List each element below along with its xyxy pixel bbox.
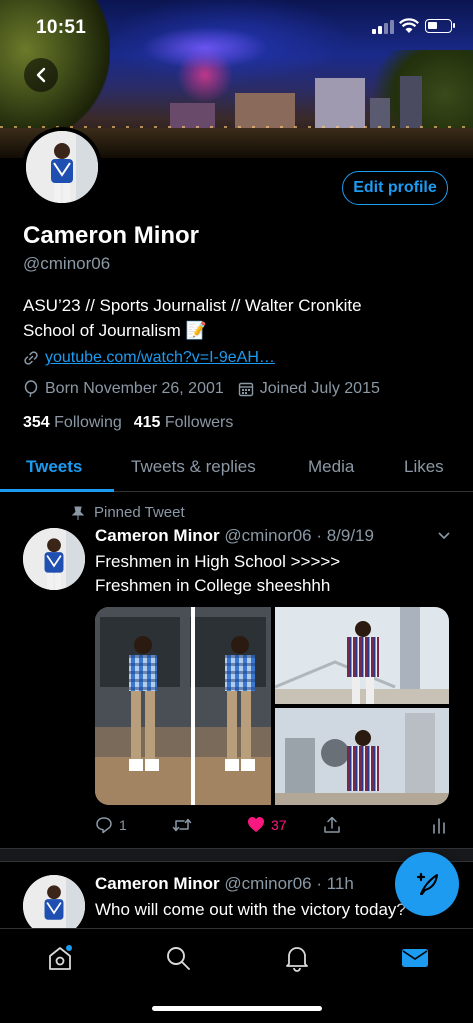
retweet-icon [172,818,192,832]
profile-link-row: youtube.com/watch?v=I-9eAH… [23,349,275,367]
analytics-button[interactable] [432,816,446,834]
nav-home[interactable] [45,943,75,973]
profile-avatar[interactable] [22,127,102,207]
pinned-tweet-label: Pinned Tweet [94,504,185,521]
calendar-icon [238,382,253,397]
photo-high-school [95,607,271,805]
cellular-signal-icon [372,20,394,34]
tweet-line: Who will come out with the victory today… [95,900,406,919]
following-count: 354 [23,414,50,431]
edit-profile-button[interactable]: Edit profile [342,171,448,205]
photo-college-1 [275,607,449,704]
share-button[interactable] [323,816,341,834]
tab-tweets-replies[interactable]: Tweets & replies [131,457,256,477]
search-icon [167,947,190,970]
pin-icon [72,506,84,520]
tweet-avatar[interactable] [23,528,85,590]
following-label: Following [54,414,122,431]
nav-notifications[interactable] [282,943,312,973]
profile-dates-row: Born November 26, 2001 Joined July 2015 [23,380,380,398]
balloon-icon [24,380,38,398]
follow-stats: 354 Following 415 Followers [23,414,233,432]
tweet-line: Freshmen in College sheeshhh [95,576,331,595]
reply-icon [96,817,112,834]
born-date: Born November 26, 2001 [45,380,224,397]
bell-icon [286,947,308,972]
tweet-meta: @cminor06 · 8/9/19 [224,526,374,545]
share-icon [324,816,340,833]
wifi-icon [399,18,419,33]
tweet-divider [0,848,473,862]
tweet-line: Freshmen in High School >>>>> [95,552,341,571]
home-icon [49,945,72,970]
reply-button[interactable]: 1 [95,816,127,834]
tweet-header: Cameron Minor @cminor06 · 11h [95,874,354,894]
bio-line: ASU’23 // Sports Journalist // Walter Cr… [23,296,362,315]
followers-link[interactable]: 415 Followers [134,414,234,432]
back-button[interactable] [24,58,58,92]
profile-bio: ASU’23 // Sports Journalist // Walter Cr… [23,293,443,343]
like-button[interactable]: 37 [247,816,287,833]
photo-college-2 [275,708,449,805]
tweet-meta: @cminor06 · 11h [224,874,354,893]
followers-count: 415 [133,414,161,431]
chevron-down-icon[interactable] [437,531,451,541]
tab-likes[interactable]: Likes [404,457,444,477]
tweet-author-name[interactable]: Cameron Minor [95,874,220,893]
avatar-photo [23,528,85,590]
avatar-photo [26,131,98,203]
pinned-tweet-label-row: Pinned Tweet [72,504,185,521]
bio-line: School of Journalism 📝 [23,321,207,340]
retweet-button[interactable] [172,816,192,834]
compose-tweet-button[interactable] [395,852,459,916]
tweet-author-name[interactable]: Cameron Minor [95,526,220,545]
nav-messages[interactable] [400,943,430,973]
like-count: 37 [271,816,287,833]
battery-icon [425,19,455,33]
joined-date: Joined July 2015 [259,380,380,397]
nav-search[interactable] [163,943,193,973]
heart-icon [248,817,264,832]
tweet-photo[interactable] [275,607,449,704]
profile-tabs: Tweets Tweets & replies Media Likes [0,448,473,492]
tweet-media-grid [95,607,449,805]
active-tab-indicator [0,489,114,492]
followers-label: Followers [164,414,234,431]
analytics-icon [433,818,445,834]
tweet-header: Cameron Minor @cminor06 · 8/9/19 [95,526,374,546]
profile-handle: @cminor06 [23,254,111,273]
back-arrow-icon [36,67,46,83]
tweet-photo[interactable] [95,607,271,805]
profile-link[interactable]: youtube.com/watch?v=I-9eAH… [45,349,275,367]
link-icon [24,351,38,365]
following-link[interactable]: 354 Following [23,414,122,432]
home-indicator[interactable] [152,1006,322,1011]
tweet-actions: 1 37 [0,816,473,838]
tab-media[interactable]: Media [308,457,354,477]
status-time: 10:51 [36,17,87,38]
reply-count: 1 [119,817,127,833]
tab-tweets[interactable]: Tweets [26,457,82,477]
mail-icon [402,949,428,967]
status-bar: 10:51 [0,0,473,50]
tweet-photo[interactable] [275,708,449,805]
tweet-text: Who will come out with the victory today… [95,898,406,922]
compose-icon [416,872,438,895]
profile-name: Cameron Minor [23,222,200,249]
tweet-text: Freshmen in High School >>>>> Freshmen i… [95,550,340,598]
